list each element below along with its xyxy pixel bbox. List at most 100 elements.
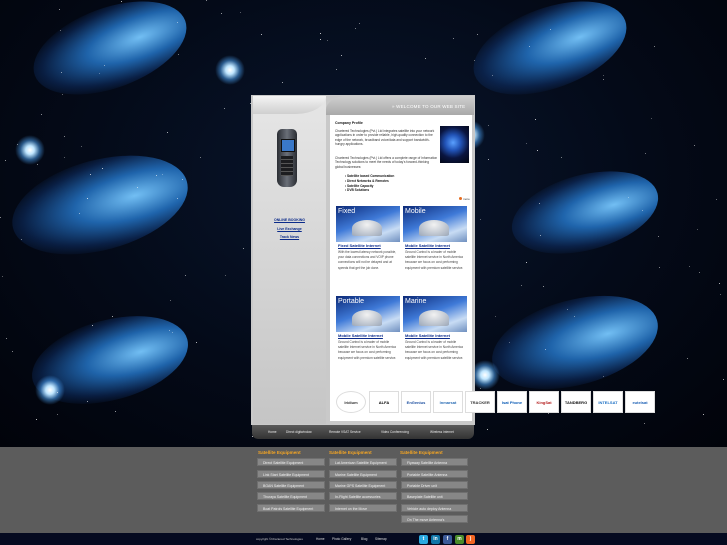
star (170, 300, 171, 301)
card-text: Ground Control is a leader of mobile sat… (338, 340, 397, 360)
footer-link[interactable]: Marine Satellite Equipment (329, 470, 397, 478)
footer-blog-link[interactable]: Blog (361, 537, 367, 541)
star (115, 411, 116, 412)
star (37, 164, 38, 165)
footer-link[interactable]: Boat Patrols Satellite Equipment (257, 504, 325, 512)
isatphone-logo[interactable]: Isat Phone (497, 391, 527, 413)
star (99, 73, 100, 74)
nav-wireless-internet[interactable]: Wireless internet (430, 430, 454, 434)
star (341, 55, 342, 56)
star (509, 342, 510, 343)
footer-link[interactable]: On The move Antenna's (401, 515, 468, 523)
footer-link[interactable]: Baseplate Satellite unit (401, 492, 468, 500)
star (320, 33, 321, 34)
star (81, 146, 82, 147)
intelsat-logo[interactable]: INTELSAT (593, 391, 623, 413)
nav-video-conferencing[interactable]: Video Conferencing (381, 430, 409, 434)
welcome-heading: » WELCOME TO OUR WEB SITE (392, 104, 466, 109)
tandberg-logo[interactable]: TANDBERG (561, 391, 591, 413)
profile-paragraph: Chartered Technologies (Pvt.) Ltd integr… (335, 129, 435, 147)
star (167, 132, 168, 133)
alfa-logo[interactable]: ALFA (369, 391, 399, 413)
star (550, 29, 551, 30)
light-flare (15, 135, 45, 165)
star (90, 174, 91, 175)
footer-link[interactable]: Flyaway Satellite Antenna (401, 458, 468, 466)
star (723, 379, 724, 380)
online-booking-link[interactable]: ONLINE BOOKING (253, 218, 326, 222)
star (526, 143, 527, 144)
star (561, 157, 562, 158)
live-exchange-link[interactable]: Live Exchange (253, 227, 326, 231)
more-link[interactable]: more (459, 197, 470, 201)
footer-link[interactable]: Thuraya Satellite Equipment (257, 492, 325, 500)
footer-link[interactable]: Lat American Satellite Equipment (329, 458, 397, 466)
star (177, 22, 178, 23)
star (543, 286, 544, 287)
twitter-icon[interactable]: t (419, 535, 428, 544)
star (658, 236, 659, 237)
footer-link[interactable]: Vehicle auto deploy Antenna (401, 504, 468, 512)
card-title: Mobile (405, 208, 426, 215)
star (240, 12, 241, 13)
star (628, 197, 629, 198)
footer-gallery-link[interactable]: Photo Gallery (332, 537, 351, 541)
footer-link[interactable]: Portable Satellite Antenna (401, 470, 468, 478)
footer-home-link[interactable]: Home (316, 537, 325, 541)
footer-link[interactable]: In-Flight Satellite accessories (329, 492, 397, 500)
card-link[interactable]: Mobile Satellite Internet (405, 243, 450, 248)
card-text: With the lowest latency network possible… (338, 250, 397, 270)
star (644, 423, 645, 424)
star (5, 160, 6, 161)
services-list: Satellite based Communication Direct Net… (345, 174, 394, 193)
star (87, 198, 88, 199)
footer-link[interactable]: Direct Satellite Equipment (257, 458, 325, 466)
tracker-logo[interactable]: TRACKER (465, 391, 495, 413)
copyright-text: copyright ©Chartered Technologies (256, 537, 303, 541)
iridium-logo[interactable]: Iridium (336, 391, 366, 413)
footer-sitemap-link[interactable]: Sitemap (375, 537, 387, 541)
kingsat-logo[interactable]: KingSat (529, 391, 559, 413)
footer-link[interactable]: BGAN Satellite Equipment (257, 481, 325, 489)
card-link[interactable]: Mobile Satellite Internet (405, 333, 450, 338)
eutelsat-logo[interactable]: eutelsat (625, 391, 655, 413)
star (336, 69, 337, 70)
star (642, 210, 643, 211)
nav-direct[interactable]: Direct digitwindow (286, 430, 312, 434)
linkedin-icon[interactable]: in (431, 535, 440, 544)
footer-link[interactable]: Link Start Satellite Equipment (257, 470, 325, 478)
card-title: Marine (405, 298, 427, 305)
footer-link[interactable]: Portable Driver unit (401, 481, 468, 489)
star (185, 275, 186, 276)
star (62, 94, 63, 95)
star (87, 401, 88, 402)
star (603, 376, 604, 377)
card-text: Ground Control is a leader of mobile sat… (405, 250, 464, 270)
myspace-icon[interactable]: m (455, 535, 464, 544)
star (57, 414, 58, 415)
footer-heading: Satellite Equipment (400, 450, 443, 455)
card-link[interactable]: Fixed Satellite Internet (338, 243, 381, 248)
engenius-logo[interactable]: EnGenius (401, 391, 431, 413)
nav-remote-vsat[interactable]: Remote VSAT Service (329, 430, 361, 434)
footer-heading: Satellite Equipment (258, 450, 301, 455)
service-card-portable: Portable Mobile Satellite Internet Groun… (336, 296, 400, 381)
star (21, 239, 22, 240)
star (41, 114, 42, 115)
inmarsat-logo[interactable]: Inmarsat (433, 391, 463, 413)
card-link[interactable]: Mobile Satellite Internet (338, 333, 383, 338)
footer-link[interactable]: Marine GPS Satellite Equipment (329, 481, 397, 489)
rss-icon[interactable]: ) (466, 535, 475, 544)
star (200, 157, 201, 158)
track-news-link[interactable]: Track News (253, 235, 326, 239)
star (112, 316, 113, 317)
footer-link[interactable]: Internet on the Move (329, 504, 397, 512)
nav-home[interactable]: Home (268, 430, 277, 434)
star (59, 9, 60, 10)
star (156, 175, 157, 176)
facebook-icon[interactable]: f (443, 535, 452, 544)
star (659, 267, 660, 268)
list-item: Direct Networks & Remotes (345, 179, 394, 184)
star (645, 153, 646, 154)
comet-satellite-image (461, 0, 639, 113)
